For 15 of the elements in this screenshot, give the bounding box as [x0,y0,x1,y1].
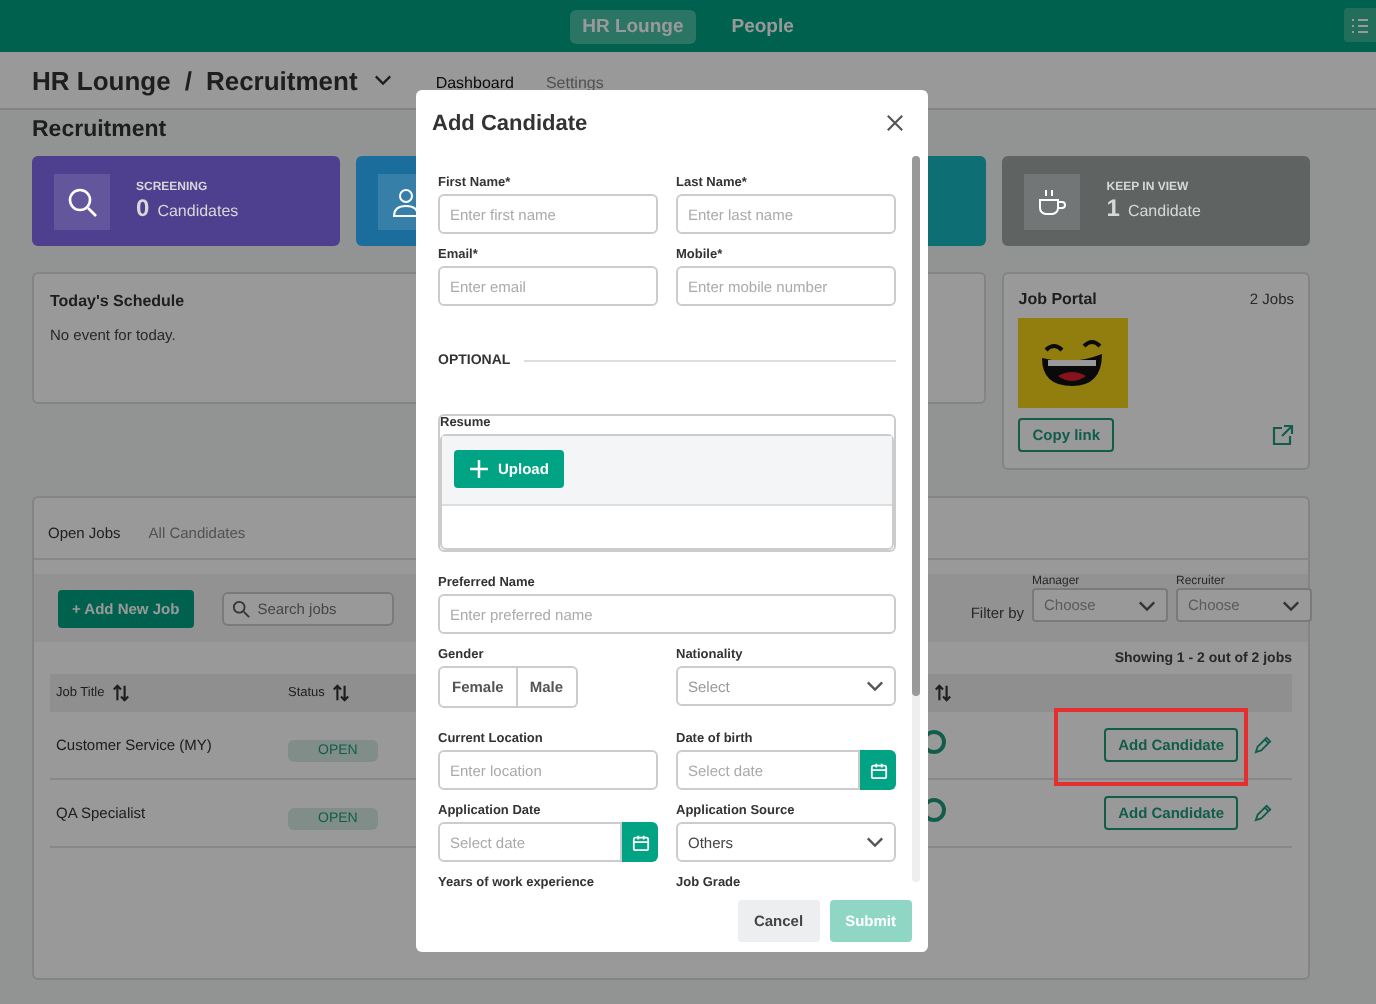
nav-tab[interactable]: People [719,9,806,43]
stat-unit: Candidates [157,201,239,219]
breadcrumb-link[interactable]: HR Lounge [32,65,171,95]
stat-count: 1 [1106,193,1120,221]
card-title: Job Portal [1018,290,1097,308]
nav-tab[interactable]: HR Lounge [570,9,696,43]
stat-count: 0 [136,193,150,221]
card-title: Today's Schedule [50,292,187,310]
page-tab[interactable]: Dashboard [435,73,514,91]
breadcrumb-current: Recruitment [205,65,358,95]
page-tab[interactable]: Settings [545,73,604,91]
page-heading: Recruitment [32,118,167,142]
dialog-title: Add Candidate [432,111,588,135]
stat-unit: Candidate [1127,201,1201,219]
breadcrumb-separator: / [184,65,192,95]
